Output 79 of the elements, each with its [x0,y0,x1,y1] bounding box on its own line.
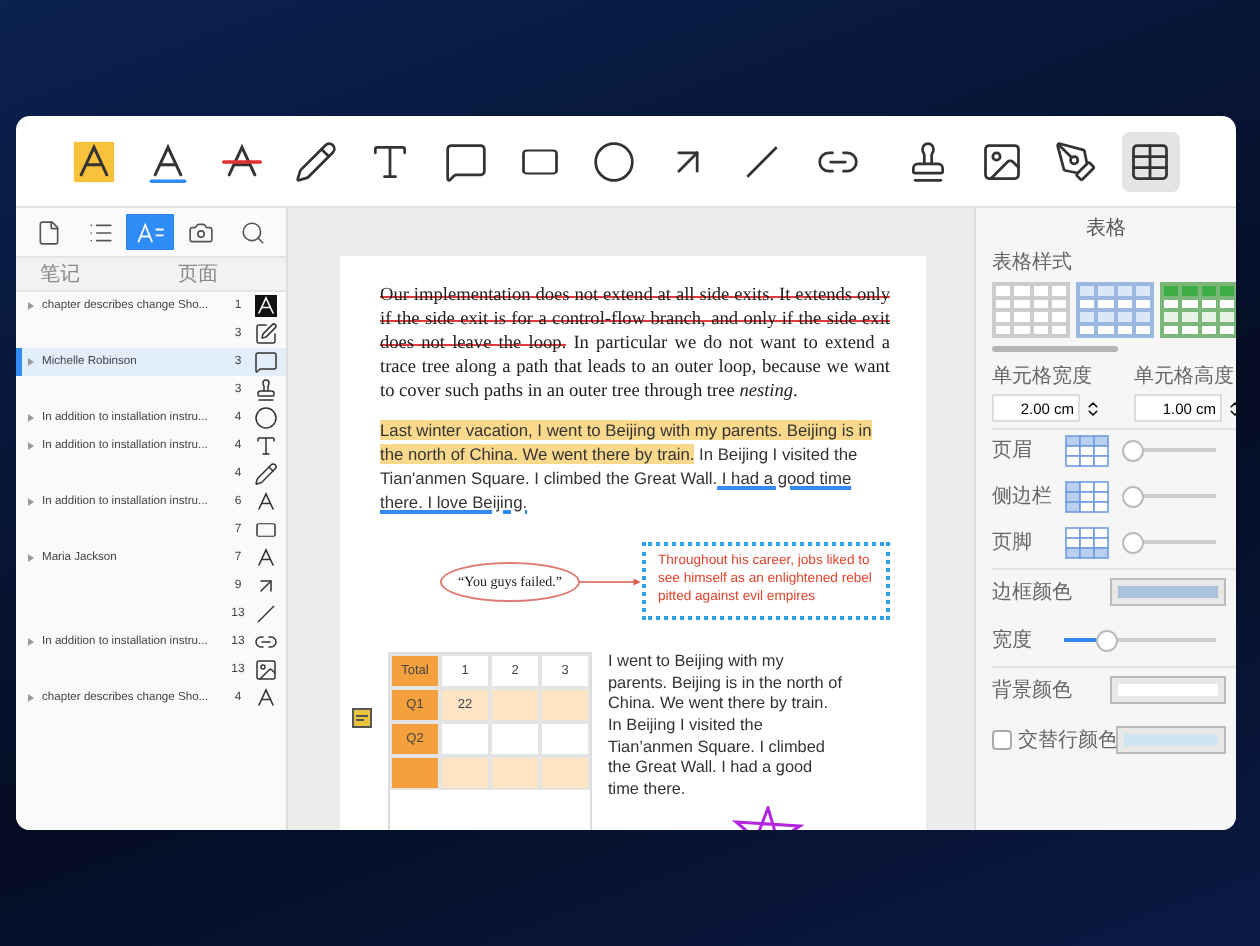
pen-nib-icon [1054,139,1099,183]
camera-icon [188,219,215,245]
image-icon [254,658,278,682]
comment-icon [254,350,278,374]
field-label: 边框颜色 [992,579,1072,606]
slider-thumb[interactable] [1122,439,1144,461]
checkbox[interactable] [992,730,1012,750]
annotation-list-icon [135,219,166,245]
circle-icon [592,139,637,183]
width-slider[interactable] [1064,629,1216,651]
table-band-icon [1064,433,1110,467]
highlight-icon [71,139,116,183]
column-header: 页面 [178,262,218,288]
field-label: 交替行颜色 [1018,727,1118,754]
panel-title: 表格 [1086,215,1126,242]
search-icon [239,219,266,245]
field-label: 宽度 [992,627,1034,654]
sticky-note-icon[interactable] [352,707,372,728]
table-band-icon [1064,525,1110,559]
table-cell [490,755,540,790]
field-label: 背景颜色 [992,677,1072,704]
paragraph: Last winter vacation, I went to Beijing with my parents. Beijing is in the north of China. We went there by train. In Beijing I visited the Tian'anmen Square. I climbed the Great Wall. I had a good time there. I love Beijing. [380,420,874,515]
disclosure-icon[interactable] [28,498,34,506]
pencil-icon [294,139,339,183]
field-label: 页眉 [992,438,1034,464]
field-label: 页脚 [992,529,1034,556]
disclosure-icon[interactable] [28,302,34,310]
disclosure-icon[interactable] [28,414,34,422]
toolbar-button[interactable] [1121,131,1181,191]
edit-icon [254,322,278,346]
column-header: 笔记 [40,262,80,288]
stamp-icon [254,378,278,402]
text-icon [254,434,278,458]
disclosure-icon[interactable] [28,358,34,366]
band-slider[interactable] [1122,439,1216,461]
color-well[interactable] [1118,728,1224,752]
table-cell [490,687,540,722]
table-icon [1128,139,1173,183]
slider-thumb[interactable] [1122,485,1144,507]
sidebar-tab[interactable] [126,214,175,250]
image-icon [980,139,1025,183]
table-style-swatch[interactable] [992,282,1070,338]
disclosure-icon[interactable] [28,442,34,450]
page-icon [36,219,63,245]
link-icon [254,630,278,654]
stepper-icon[interactable] [1084,399,1102,417]
underline-icon [145,139,190,183]
pencil-icon [254,462,278,486]
table-style-swatch[interactable] [1076,282,1154,338]
field-label: 单元格宽度 [992,363,1094,390]
disclosure-icon[interactable] [28,694,34,702]
field-label: 表格样式 [992,249,1074,276]
strikeout-icon [254,546,278,570]
line-icon [254,602,278,626]
slider-thumb[interactable] [1096,629,1119,651]
band-slider[interactable] [1122,531,1216,553]
table-style-swatch[interactable] [1160,282,1236,338]
field-label: 侧边栏 [992,483,1052,510]
slider-thumb[interactable] [1122,531,1144,553]
circle-icon [254,406,278,430]
field-label: 单元格高度 [1134,363,1236,390]
table-band-icon [1064,479,1110,513]
color-well[interactable] [1112,580,1224,604]
disclosure-icon[interactable] [28,554,34,562]
rectangle-icon [517,145,562,177]
arrow-icon [254,574,278,598]
body-text: I went to Beijing with my parents. Beijing is in the north of China. We went there by train. In Beijing I visited the Tian’anmen Square. I climbed the Great Wall. I had a good time there. [608,651,844,802]
color-well[interactable] [1112,678,1224,702]
table-cell [440,721,490,756]
underline-icon [254,490,278,514]
comment-icon [443,139,488,183]
highlight-icon [254,294,278,318]
band-slider[interactable] [1122,485,1216,507]
table-cell [490,721,540,756]
table-cell [440,755,490,790]
strikeout-icon [254,686,278,710]
disclosure-icon[interactable] [28,638,34,646]
scrollbar[interactable] [992,346,1118,352]
arrow-line [579,573,642,590]
